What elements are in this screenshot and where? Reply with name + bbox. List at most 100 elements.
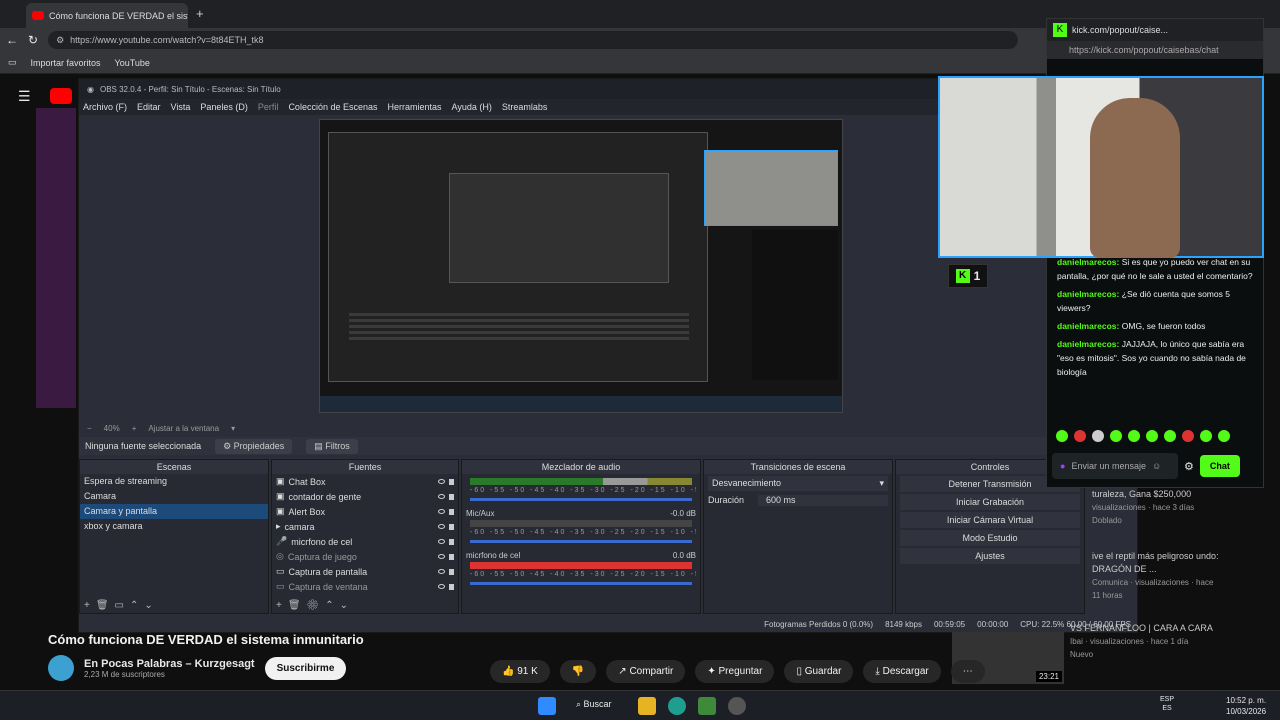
youtube-logo-icon[interactable] [50, 88, 72, 104]
dislike-button[interactable]: 👎 [559, 660, 597, 683]
emoji-icon[interactable]: ☺ [1152, 461, 1161, 471]
reload-icon[interactable]: ↻ [28, 33, 38, 47]
chat-user[interactable]: danielmarecos: [1057, 289, 1119, 299]
save-button[interactable]: ▯ Guardar [784, 660, 854, 683]
ask-button[interactable]: ✦ Preguntar [695, 660, 775, 683]
more-button[interactable]: ⋯ [950, 660, 985, 683]
obs-preview[interactable] [319, 119, 843, 413]
lock-icon[interactable] [449, 478, 454, 485]
source-item[interactable]: ▣ Chat Box [272, 474, 458, 489]
virtual-camera-button[interactable]: Iniciar Cámara Virtual [900, 512, 1080, 528]
emote-icon[interactable] [1092, 430, 1104, 442]
chat-input[interactable]: ● Enviar un mensaje ☺ [1052, 453, 1178, 479]
minecraft-icon[interactable] [698, 697, 716, 715]
filters-button[interactable]: ▤ Filtros [306, 438, 358, 454]
source-item[interactable]: ▣ Alert Box [272, 504, 458, 519]
volume-fader[interactable] [470, 498, 692, 501]
emote-icon[interactable] [1110, 430, 1122, 442]
menu-tools[interactable]: Herramientas [388, 102, 442, 112]
clock[interactable]: 10:52 p. m. 10/03/2026 [1226, 695, 1266, 717]
settings-button[interactable]: Ajustes [900, 548, 1080, 564]
expand-icon[interactable]: ▸ [276, 521, 281, 532]
new-tab-icon[interactable]: + [196, 6, 204, 21]
menu-scene-collection[interactable]: Colección de Escenas [288, 102, 377, 112]
download-button[interactable]: ⤓ Descargar [863, 660, 941, 683]
chat-user[interactable]: danielmarecos: [1057, 339, 1119, 349]
channel-name[interactable]: En Pocas Palabras – Kurzgesagt [84, 658, 255, 670]
scene-item-selected[interactable]: Camara y pantalla [80, 504, 268, 519]
language-indicator[interactable]: ESP ES [1160, 695, 1174, 713]
send-chat-button[interactable]: Chat [1199, 455, 1240, 477]
bookmark-import[interactable]: Importar favoritos [31, 58, 101, 68]
windows-start-icon[interactable] [538, 697, 556, 715]
lock-icon[interactable] [449, 568, 454, 575]
zoom-out-icon[interactable]: − [87, 424, 92, 433]
menu-docks[interactable]: Paneles (D) [200, 102, 248, 112]
emote-icon[interactable] [1128, 430, 1140, 442]
eye-icon[interactable] [438, 539, 445, 544]
lock-icon[interactable] [449, 538, 454, 545]
lock-icon[interactable] [449, 508, 454, 515]
emote-icon[interactable] [1200, 430, 1212, 442]
menu-help[interactable]: Ayuda (H) [452, 102, 492, 112]
transition-select[interactable]: Desvanecimiento ▾ [708, 476, 888, 491]
eye-icon[interactable] [438, 509, 445, 514]
site-info-icon[interactable]: ⚙ [56, 35, 64, 46]
source-item[interactable]: ▸ camara [272, 519, 458, 534]
gear-icon[interactable]: ⚙ [1184, 460, 1194, 473]
menu-profile[interactable]: Perfil [258, 102, 279, 112]
fit-window[interactable]: Ajustar a la ventana [148, 424, 219, 433]
sidebar-icon[interactable]: ▭ [8, 57, 17, 68]
recommendation-item[interactable]: ive el reptil más peligroso undo: DRAGÓN… [1092, 550, 1222, 602]
source-item[interactable]: ▣ contador de gente [272, 489, 458, 504]
emote-icon[interactable] [1146, 430, 1158, 442]
emote-icon[interactable] [1164, 430, 1176, 442]
like-button[interactable]: 👍 91 K [490, 660, 550, 683]
menu-streamlabs[interactable]: Streamlabs [502, 102, 548, 112]
edge-browser-icon[interactable] [668, 697, 686, 715]
source-item[interactable]: ▭ Captura de pantalla [272, 564, 458, 579]
eye-icon[interactable] [438, 479, 445, 484]
lock-icon[interactable] [449, 583, 454, 590]
lock-icon[interactable] [449, 493, 454, 500]
scene-item[interactable]: Camara [80, 489, 268, 504]
taskbar-search[interactable]: ⌕ Buscar [576, 699, 612, 710]
chevron-down-icon[interactable]: ▾ [231, 424, 235, 433]
source-item[interactable]: ▭ Captura de ventana [272, 579, 458, 594]
menu-icon[interactable]: ☰ [18, 88, 31, 105]
source-item[interactable]: 🎤 micrfono de cel [272, 534, 458, 549]
recommendation-item[interactable]: turaleza, Gana $250,000 visualizaciones … [1092, 488, 1222, 527]
studio-mode-button[interactable]: Modo Estudio [900, 530, 1080, 546]
start-recording-button[interactable]: Iniciar Grabación [900, 494, 1080, 510]
eye-icon[interactable] [438, 569, 445, 574]
properties-button[interactable]: ⚙ Propiedades [215, 438, 293, 454]
volume-fader[interactable] [470, 540, 692, 543]
eye-icon[interactable] [438, 494, 445, 499]
obs-taskbar-icon[interactable] [728, 697, 746, 715]
bookmark-youtube[interactable]: YouTube [115, 58, 150, 68]
eye-icon[interactable] [438, 584, 445, 589]
duration-input[interactable]: 600 ms [758, 495, 888, 506]
menu-file[interactable]: Archivo (F) [83, 102, 127, 112]
file-explorer-icon[interactable] [638, 697, 656, 715]
emote-icon[interactable] [1182, 430, 1194, 442]
chat-user[interactable]: danielmarecos: [1057, 321, 1119, 331]
eye-icon[interactable] [438, 524, 445, 529]
emote-icon[interactable] [1056, 430, 1068, 442]
share-button[interactable]: ↗ Compartir [606, 660, 686, 683]
back-icon[interactable]: ← [6, 33, 18, 47]
lock-icon[interactable] [449, 553, 454, 560]
scene-item[interactable]: xbox y camara [80, 519, 268, 534]
menu-view[interactable]: Vista [171, 102, 191, 112]
zoom-level[interactable]: 40% [104, 424, 120, 433]
url-field[interactable]: ⚙ https://www.youtube.com/watch?v=8t84ET… [48, 31, 1019, 49]
scene-item[interactable]: Espera de streaming [80, 474, 268, 489]
emote-icon[interactable] [1074, 430, 1086, 442]
zoom-in-icon[interactable]: + [132, 424, 137, 433]
browser-tab[interactable]: Cómo funciona DE VERDAD el sistema inmun… [26, 3, 188, 28]
chat-user[interactable]: danielmarecos: [1057, 257, 1119, 267]
sources-toolbar[interactable]: +🗑⚙⌃⌄ [276, 600, 354, 611]
source-item[interactable]: ◎ Captura de juego [272, 549, 458, 564]
eye-icon[interactable] [438, 554, 445, 559]
subscribe-button[interactable]: Suscribirme [264, 656, 347, 680]
